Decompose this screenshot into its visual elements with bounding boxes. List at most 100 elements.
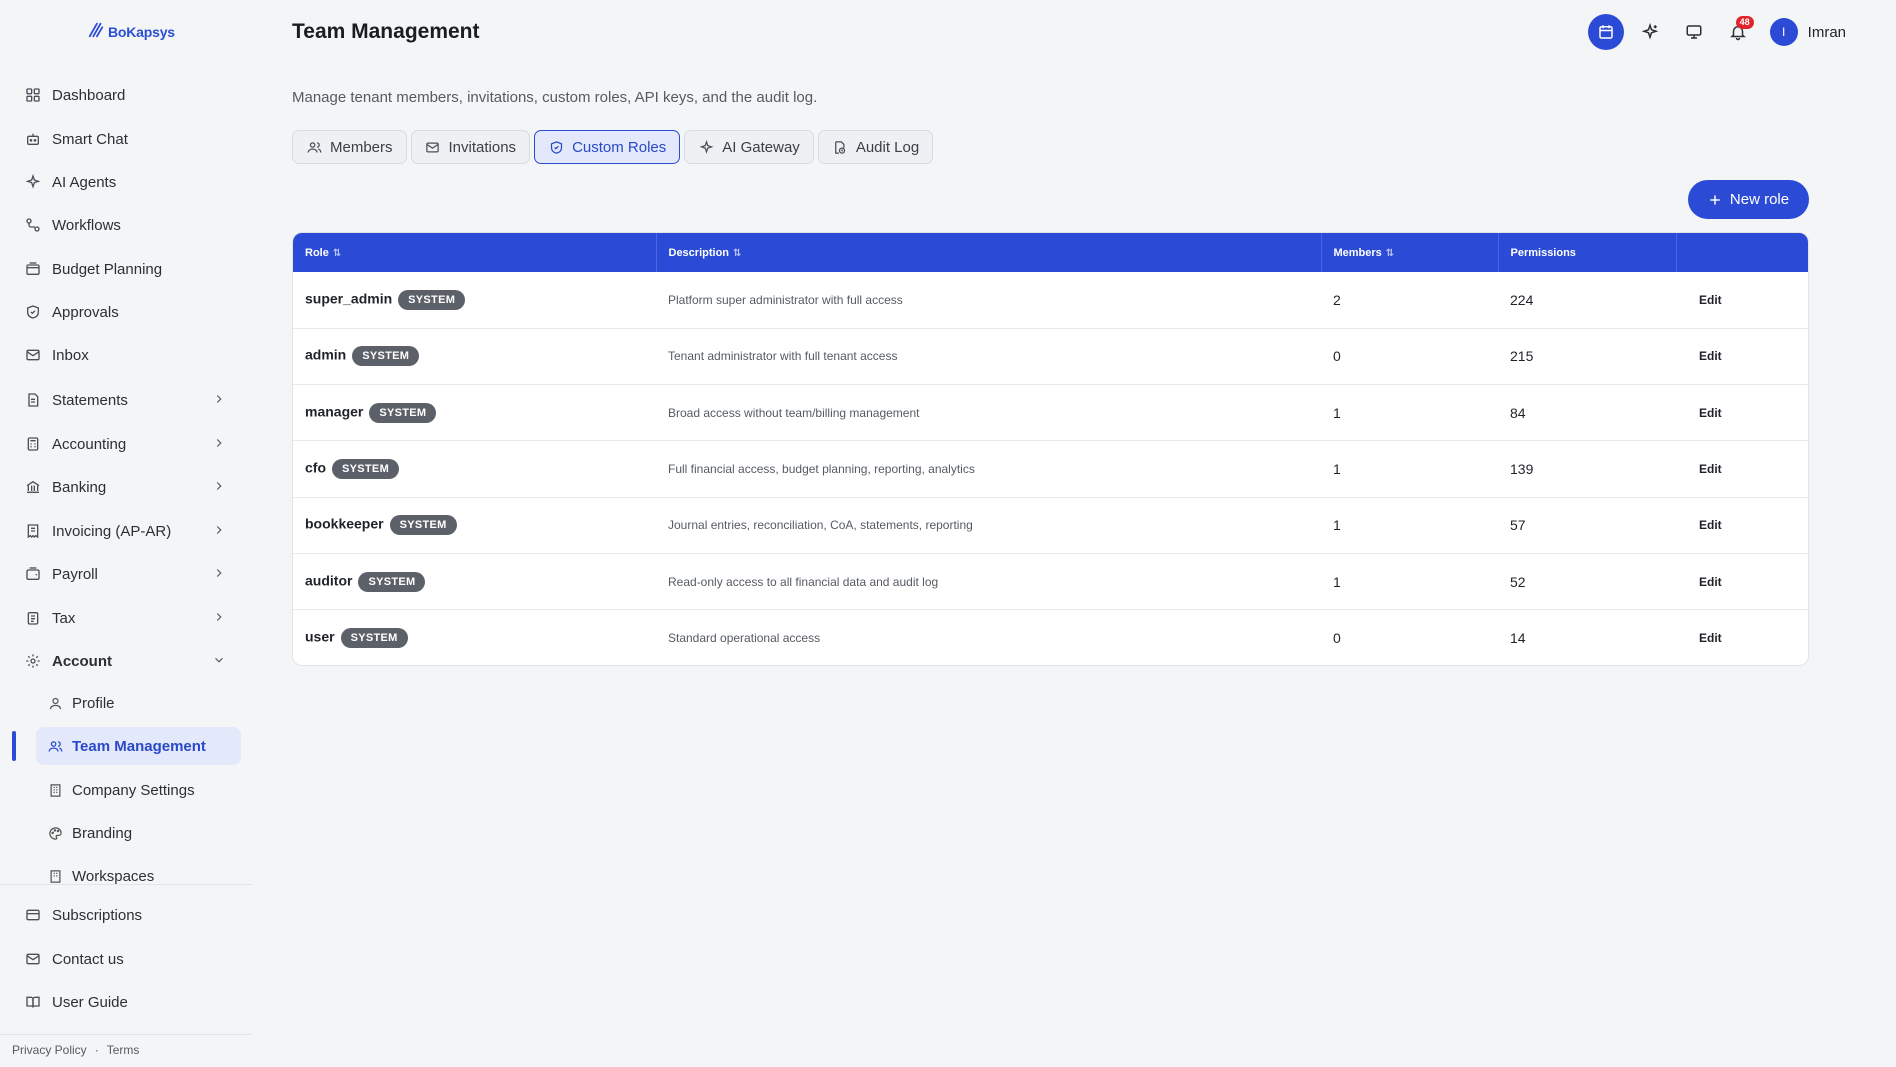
sidebar-item-approvals[interactable]: Approvals [12,293,242,331]
column-header-role[interactable]: Role ⇅ [293,233,657,272]
brand-logo[interactable]: BoKapsys [87,21,175,42]
role-cell: cfo SYSTEM [293,441,656,497]
workflow-icon [24,216,42,234]
wallet-icon [24,260,42,278]
sidebar-subitem-team-management[interactable]: Team Management [36,727,241,765]
chevron-right-icon [212,566,228,582]
tab-invitations[interactable]: Invitations [410,130,531,164]
system-badge: SYSTEM [358,571,426,592]
privacy-policy-link[interactable]: Privacy Policy [12,1043,87,1057]
sidebar-item-payroll[interactable]: Payroll [12,555,242,593]
app-root: BoKapsys Dashboard Smart Chat AI Agents … [0,0,1896,1067]
edit-role-button[interactable]: Edit [1676,385,1808,441]
ai-assistant-button[interactable] [1632,14,1668,50]
sidebar-item-workflows[interactable]: Workflows [12,206,242,244]
calendar-button[interactable] [1587,14,1624,50]
system-badge: SYSTEM [398,289,466,310]
sidebar-item-label: Approvals [52,303,119,321]
table-header-row: Role ⇅ Description ⇅ Members ⇅ Permissions [293,233,1808,272]
sidebar-item-label: Payroll [52,565,98,583]
sidebar-item-label: Account [52,652,112,670]
users-icon [306,139,322,155]
sidebar-item-inbox[interactable]: Inbox [12,336,242,374]
sidebar-subitem-workspaces[interactable]: Workspaces [36,857,241,895]
tab-label: Members [330,138,393,156]
tab-custom-roles[interactable]: Custom Roles [534,130,681,164]
monitor-icon [1685,23,1703,41]
tab-audit-log[interactable]: Audit Log [817,130,934,164]
user-name: Imran [1807,23,1846,41]
description-cell: Read-only access to all financial data a… [668,574,939,589]
edit-role-button[interactable]: Edit [1676,610,1808,665]
permissions-count-cell: 139 [1510,461,1534,478]
sidebar-item-smart-chat[interactable]: Smart Chat [12,120,242,158]
edit-role-button[interactable]: Edit [1676,328,1808,384]
display-button[interactable] [1676,14,1712,50]
sidebar-item-statements[interactable]: Statements [12,381,242,419]
building-icon [46,781,64,799]
members-count-cell: 1 [1333,517,1341,534]
book-icon [24,993,42,1011]
tab-ai-gateway[interactable]: AI Gateway [684,130,814,164]
table-row: cfo SYSTEM Full financial access, budget p… [293,440,1808,497]
chevron-right-icon [212,479,228,495]
palette-icon [46,824,64,842]
table-row: admin SYSTEM Tenant administrator with ful… [293,328,1808,384]
permissions-count-cell: 215 [1510,348,1534,365]
sidebar-item-accounting[interactable]: Accounting [12,425,242,463]
sidebar-item-dashboard[interactable]: Dashboard [12,76,242,114]
sidebar-subitem-profile[interactable]: Profile [36,684,241,722]
sidebar-item-account[interactable]: Account [12,642,242,680]
column-header-actions [1676,233,1808,272]
notifications-button[interactable]: 48 [1720,14,1756,50]
column-label: Members [1333,246,1382,259]
sidebar-item-invoicing[interactable]: Invoicing (AP-AR) [12,512,242,550]
file-text-icon [24,391,42,409]
role-cell: manager SYSTEM [293,385,656,441]
terms-link[interactable]: Terms [107,1043,140,1057]
edit-role-button[interactable]: Edit [1676,497,1808,553]
edit-role-button[interactable]: Edit [1676,441,1808,497]
role-name: cfo [305,459,326,476]
sidebar-item-contact-us[interactable]: Contact us [12,940,242,978]
table-row: user SYSTEM Standard operational access 0 14… [293,609,1808,665]
receipt-icon [24,522,42,540]
description-cell: Journal entries, reconciliation, CoA, st… [668,518,973,533]
bank-icon [24,478,42,496]
sidebar-footer: Privacy Policy · Terms [12,1043,139,1057]
user-menu[interactable]: I Imran [1769,18,1846,46]
clipboard-icon [24,609,42,627]
credit-card-icon [24,906,42,924]
role-name: admin [305,347,347,364]
sidebar-item-banking[interactable]: Banking [12,468,242,506]
tab-label: AI Gateway [722,138,800,156]
tab-label: Audit Log [855,138,920,156]
bot-icon [24,130,42,148]
sidebar-item-ai-agents[interactable]: AI Agents [12,163,242,201]
sidebar-item-budget-planning[interactable]: Budget Planning [12,250,242,288]
table-row: auditor SYSTEM Read-only access to all fin… [293,553,1808,609]
edit-role-button[interactable]: Edit [1676,553,1808,609]
sidebar-item-subscriptions[interactable]: Subscriptions [12,896,242,934]
system-badge: SYSTEM [332,459,400,480]
role-name: manager [305,403,364,420]
description-cell: Broad access without team/billing manage… [668,405,920,420]
new-role-button[interactable]: New role [1688,180,1809,219]
sidebar-subitem-company-settings[interactable]: Company Settings [36,771,241,809]
sidebar-item-label: Invoicing (AP-AR) [52,522,172,540]
sidebar-subitem-branding[interactable]: Branding [36,814,241,852]
sidebar-item-user-guide[interactable]: User Guide [12,983,242,1021]
tab-label: Custom Roles [572,138,667,156]
sparkles-icon [1641,23,1659,41]
column-header-description[interactable]: Description ⇅ [656,233,1322,272]
role-cell: bookkeeper SYSTEM [293,497,656,553]
wallet-icon [24,565,42,583]
mail-icon [24,950,42,968]
column-header-members[interactable]: Members ⇅ [1321,233,1499,272]
table-row: manager SYSTEM Broad access without team/b… [293,384,1808,441]
sidebar-item-tax[interactable]: Tax [12,599,242,637]
tab-members[interactable]: Members [292,130,407,164]
tab-bar: Members Invitations Custom Roles AI Gate… [292,130,934,164]
edit-role-button[interactable]: Edit [1676,272,1808,328]
system-badge: SYSTEM [340,628,408,649]
